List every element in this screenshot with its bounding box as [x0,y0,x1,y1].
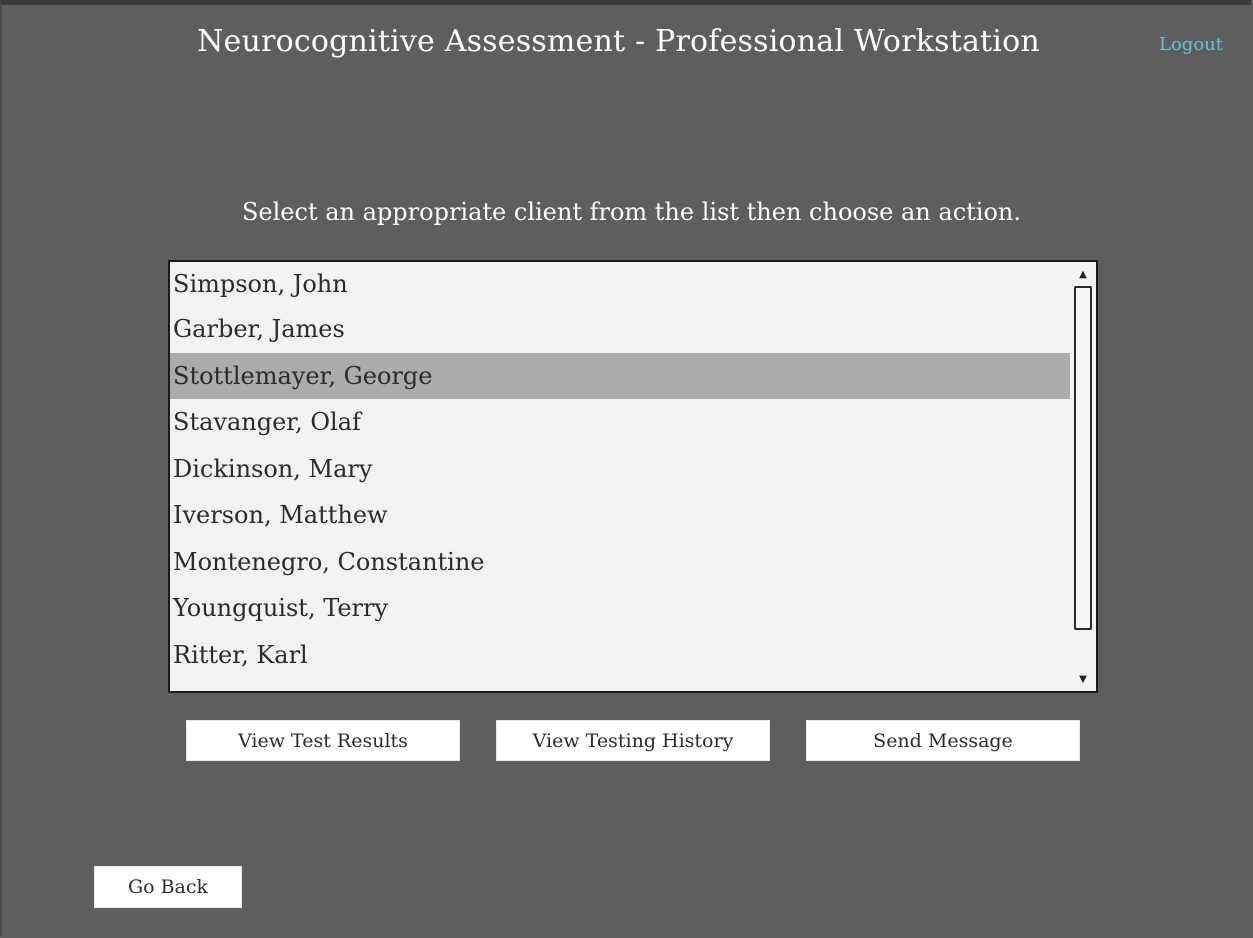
client-list-item[interactable]: Simpson, John [170,262,1070,306]
instruction-text: Select an appropriate client from the li… [241,198,1021,226]
view-test-results-button[interactable]: View Test Results [186,720,460,761]
client-list-item[interactable]: Garber, James [170,306,1070,353]
client-list-item[interactable]: Stavanger, Olaf [170,399,1070,446]
list-scrollbar[interactable]: ▲ ▼ [1071,262,1095,691]
client-list-item[interactable]: Dickinson, Mary [170,446,1070,493]
scroll-up-icon[interactable]: ▲ [1072,264,1094,284]
client-list-item[interactable]: Youngquist, Terry [170,585,1070,632]
view-testing-history-button[interactable]: View Testing History [496,720,770,761]
client-list-item[interactable]: Montenegro, Constantine [170,539,1070,586]
client-listbox[interactable]: Simpson, John Garber, James Stottlemayer… [168,260,1098,693]
page-title: Neurocognitive Assessment - Professional… [197,24,1040,59]
client-list-item[interactable]: Iverson, Matthew [170,492,1070,539]
client-list-items: Simpson, John Garber, James Stottlemayer… [170,262,1070,691]
send-message-button[interactable]: Send Message [806,720,1080,761]
go-back-button[interactable]: Go Back [94,866,242,908]
scrollbar-thumb[interactable] [1074,286,1092,630]
client-list-item-selected[interactable]: Stottlemayer, George [170,352,1070,399]
scroll-down-icon[interactable]: ▼ [1072,669,1094,689]
client-list-item[interactable]: Ritter, Karl [170,632,1070,679]
logout-link[interactable]: Logout [1159,34,1223,55]
